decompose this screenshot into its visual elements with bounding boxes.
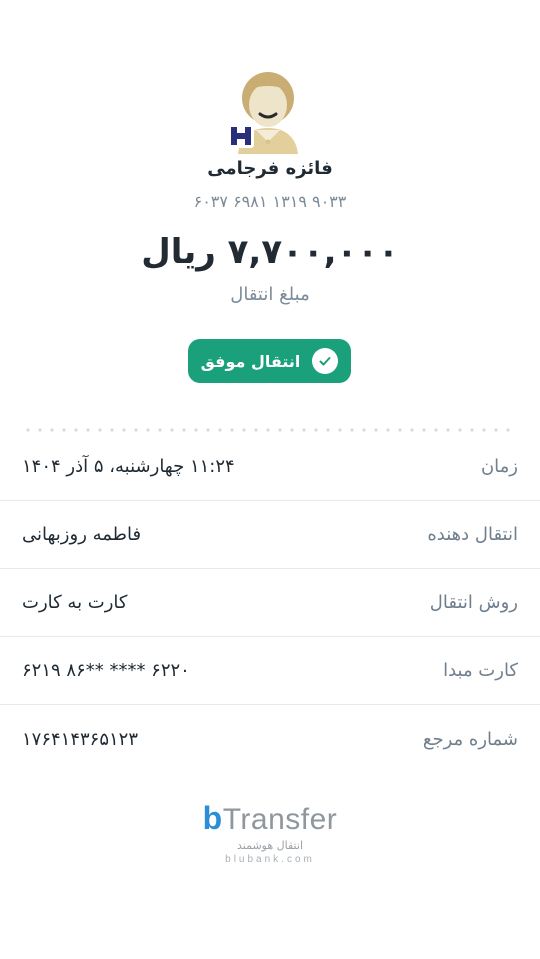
recipient-card-number: ۶۰۳۷ ۶۹۸۱ ۱۳۱۹ ۹۰۳۳ — [193, 192, 347, 211]
detail-label: زمان — [480, 456, 518, 477]
detail-label: روش انتقال — [429, 592, 518, 613]
dotted-divider — [22, 428, 518, 432]
brand-name: Transfer — [222, 803, 338, 836]
detail-value: کارت به کارت — [22, 592, 128, 613]
transfer-status-text: انتقال موفق — [200, 351, 301, 371]
check-icon — [312, 348, 339, 374]
recipient-avatar — [226, 70, 310, 154]
transfer-amount: ۷,۷۰۰,۰۰۰ ریال — [141, 232, 399, 272]
detail-row-source-card: کارت مبدا ۶۲۱۹ ۸۶** **** ۶۲۲۰ — [0, 637, 540, 705]
detail-label: شماره مرجع — [422, 728, 518, 750]
brand-b-icon: b — [202, 800, 223, 836]
brand-footer: b Transfer انتقال هوشمند blubank.com — [0, 800, 540, 865]
brand-url: blubank.com — [225, 854, 315, 865]
transfer-details: زمان ۱۱:۲۴ چهارشنبه، ۵ آذر ۱۴۰۴ انتقال د… — [0, 433, 540, 773]
detail-row-sender: انتقال دهنده فاطمه روزبهانی — [0, 501, 540, 569]
detail-value: ۱۱:۲۴ چهارشنبه، ۵ آذر ۱۴۰۴ — [22, 456, 235, 477]
transfer-status-badge: انتقال موفق — [188, 339, 351, 383]
detail-value: ۶۲۱۹ ۸۶** **** ۶۲۲۰ — [22, 660, 190, 681]
transfer-amount-label: مبلغ انتقال — [230, 284, 310, 305]
detail-label: کارت مبدا — [443, 660, 518, 681]
recipient-name: فائزه فرجامی — [207, 158, 333, 179]
brand-logo: b Transfer — [203, 800, 338, 837]
detail-row-time: زمان ۱۱:۲۴ چهارشنبه، ۵ آذر ۱۴۰۴ — [0, 433, 540, 501]
brand-tagline: انتقال هوشمند — [237, 839, 303, 852]
detail-row-reference: شماره مرجع ۱۷۶۴۱۴۳۶۵۱۲۳ — [0, 705, 540, 773]
detail-label: انتقال دهنده — [427, 524, 518, 545]
bank-logo-icon — [228, 124, 254, 148]
detail-value: ۱۷۶۴۱۴۳۶۵۱۲۳ — [22, 728, 139, 750]
detail-value: فاطمه روزبهانی — [22, 524, 142, 545]
detail-row-method: روش انتقال کارت به کارت — [0, 569, 540, 637]
